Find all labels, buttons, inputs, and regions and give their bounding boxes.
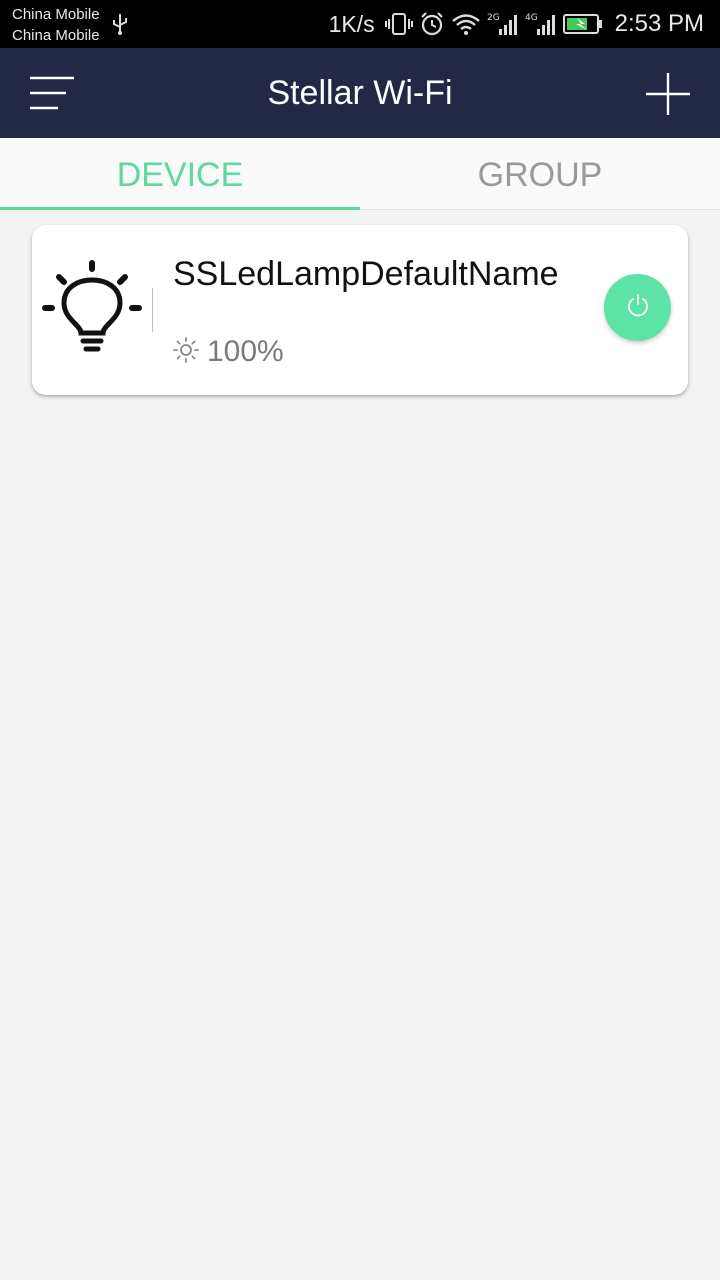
tab-group[interactable]: GROUP [360,138,720,210]
card-divider [152,288,153,332]
status-bar: China Mobile China Mobile 1K/s 2G 4G 2:5… [0,0,720,48]
app-bar: Stellar Wi-Fi [0,48,720,138]
brightness-icon [173,336,199,368]
alarm-icon [419,11,445,37]
device-name: SSLedLampDefaultName [173,255,559,293]
usb-icon [112,12,128,41]
clock: 2:53 PM [614,10,704,37]
signal-2g-icon: 2G [487,11,519,37]
status-icons: 1K/s 2G 4G 2:53 PM [329,0,704,48]
sim2-network-type: 4G [525,13,538,23]
device-card[interactable]: SSLedLampDefaultName 100% [32,225,688,395]
vibrate-icon [384,12,413,36]
add-device-button[interactable] [642,70,694,118]
brightness-value: 100% [207,335,284,368]
tab-bar: DEVICE GROUP [0,138,720,210]
selected-tab-indicator [0,207,360,210]
power-icon [625,292,651,323]
network-speed: 1K/s [328,10,375,37]
app-title: Stellar Wi-Fi [267,74,453,112]
wifi-icon [451,12,481,36]
brightness-row: 100% [173,335,284,369]
carrier-1: China Mobile [12,6,100,23]
sim1-network-type: 2G [487,13,500,23]
battery-charging-icon [562,12,603,36]
plus-icon [642,73,694,122]
carrier-2: China Mobile [12,27,100,44]
tab-device[interactable]: DEVICE [0,138,360,210]
carrier-labels: China Mobile China Mobile [12,4,100,46]
power-button[interactable] [604,274,671,341]
signal-4g-icon: 4G [525,11,557,37]
light-bulb-icon [40,257,144,366]
